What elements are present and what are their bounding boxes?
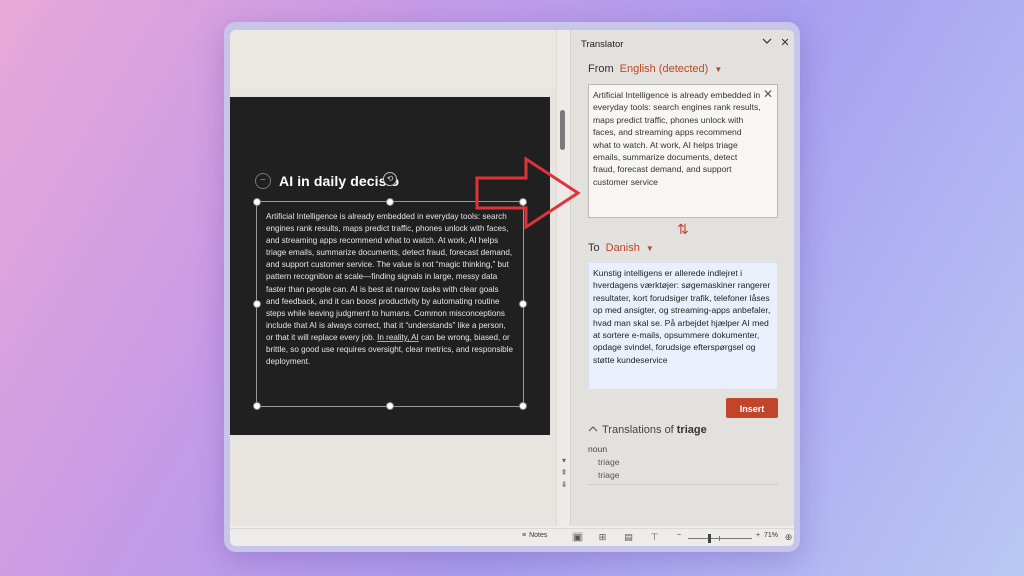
notes-label: Notes (529, 532, 548, 539)
resize-handle-s[interactable] (386, 402, 394, 410)
app-content: − AI in daily decisio ⟲ Artificial Intel… (230, 30, 794, 546)
resize-handle-w[interactable] (253, 300, 261, 308)
notes-icon: ≡ (522, 532, 527, 539)
next-slide-icon[interactable]: ⇟ (559, 480, 569, 490)
red-arrow-annotation (475, 156, 581, 230)
to-caret-icon[interactable]: ▼ (646, 244, 654, 253)
status-bar: ≡ Notes ▣ ⊞ ▤ ⊤ − + 71% ⊕ (230, 528, 794, 546)
to-language-dropdown[interactable]: Danish (606, 242, 640, 254)
to-label: To (588, 242, 600, 254)
notes-button[interactable]: ≡ Notes (522, 532, 547, 539)
from-caret-icon[interactable]: ▼ (714, 65, 722, 74)
source-text-box[interactable]: Artificial Intelligence is already embed… (588, 84, 778, 218)
to-language-row[interactable]: To Danish ▼ (588, 242, 654, 254)
close-icon[interactable]: ✕ (778, 36, 792, 50)
collapse-circle-icon[interactable]: − (255, 173, 271, 189)
scroll-down-icon[interactable]: ▾ (559, 456, 569, 466)
translation-item[interactable]: triage (598, 457, 620, 467)
rotate-icon[interactable]: ⟲ (383, 172, 397, 186)
chevron-up-icon[interactable] (588, 425, 598, 436)
slide-sorter-icon[interactable]: ⊞ (597, 532, 608, 542)
translations-header[interactable]: Translations of triage (588, 424, 707, 436)
from-language-dropdown[interactable]: English (detected) (620, 63, 709, 75)
zoom-slider[interactable] (688, 538, 752, 539)
divider (588, 484, 778, 485)
resize-handle-nw[interactable] (253, 198, 261, 206)
resize-handle-sw[interactable] (253, 402, 261, 410)
insert-button[interactable]: Insert (726, 398, 778, 418)
slideshow-icon[interactable]: ⊤ (649, 532, 660, 542)
swap-icon[interactable]: ⇅ (677, 221, 689, 238)
translations-word: triage (676, 424, 707, 436)
previous-slide-icon[interactable]: ⇞ (559, 468, 569, 478)
normal-view-icon[interactable]: ▣ (572, 532, 583, 542)
translations-prefix: Translations of (602, 424, 674, 436)
scroll-thumb[interactable] (560, 110, 565, 150)
vertical-scrollbar[interactable]: ▾ ⇞ ⇟ (556, 30, 571, 526)
reading-view-icon[interactable]: ▤ (623, 532, 634, 542)
translated-text-box[interactable]: Kunstig intelligens er allerede indlejre… (588, 262, 778, 390)
body-text-part1: Artificial Intelligence is already embed… (266, 212, 513, 342)
zoom-slider-thumb[interactable] (708, 534, 711, 543)
resize-handle-n[interactable] (386, 198, 394, 206)
slide-title[interactable]: AI in daily decisio (279, 173, 399, 189)
part-of-speech: noun (588, 444, 608, 454)
previous-slide-area (230, 30, 556, 88)
slide-editor[interactable]: − AI in daily decisio ⟲ Artificial Intel… (230, 30, 578, 526)
slide-canvas[interactable]: − AI in daily decisio ⟲ Artificial Intel… (230, 97, 550, 435)
pane-title: Translator (581, 39, 624, 50)
slide-title-row: − AI in daily decisio (255, 169, 399, 193)
translator-pane: Translator ✕ From English (detected) ▼ A… (570, 30, 794, 526)
source-text[interactable]: Artificial Intelligence is already embed… (593, 89, 761, 188)
fit-slide-icon[interactable]: ⊕ (783, 532, 794, 542)
slide-body-text[interactable]: Artificial Intelligence is already embed… (266, 211, 514, 368)
from-label: From (588, 63, 614, 75)
zoom-in-button[interactable]: + (756, 532, 760, 539)
zoom-slider-center-tick (719, 536, 720, 541)
resize-handle-e[interactable] (519, 300, 527, 308)
clear-icon[interactable]: ✕ (763, 87, 773, 101)
zoom-out-button[interactable]: − (677, 532, 681, 539)
body-text-underlined: In reality, AI (377, 332, 419, 342)
translated-text[interactable]: Kunstig intelligens er allerede indlejre… (593, 267, 773, 366)
from-language-row[interactable]: From English (detected) ▼ (588, 63, 722, 75)
pane-options-chevron-down-icon[interactable] (760, 36, 774, 50)
app-window: − AI in daily decisio ⟲ Artificial Intel… (224, 22, 800, 552)
resize-handle-se[interactable] (519, 402, 527, 410)
zoom-level[interactable]: 71% (764, 532, 778, 539)
translation-item[interactable]: triage (598, 470, 620, 480)
